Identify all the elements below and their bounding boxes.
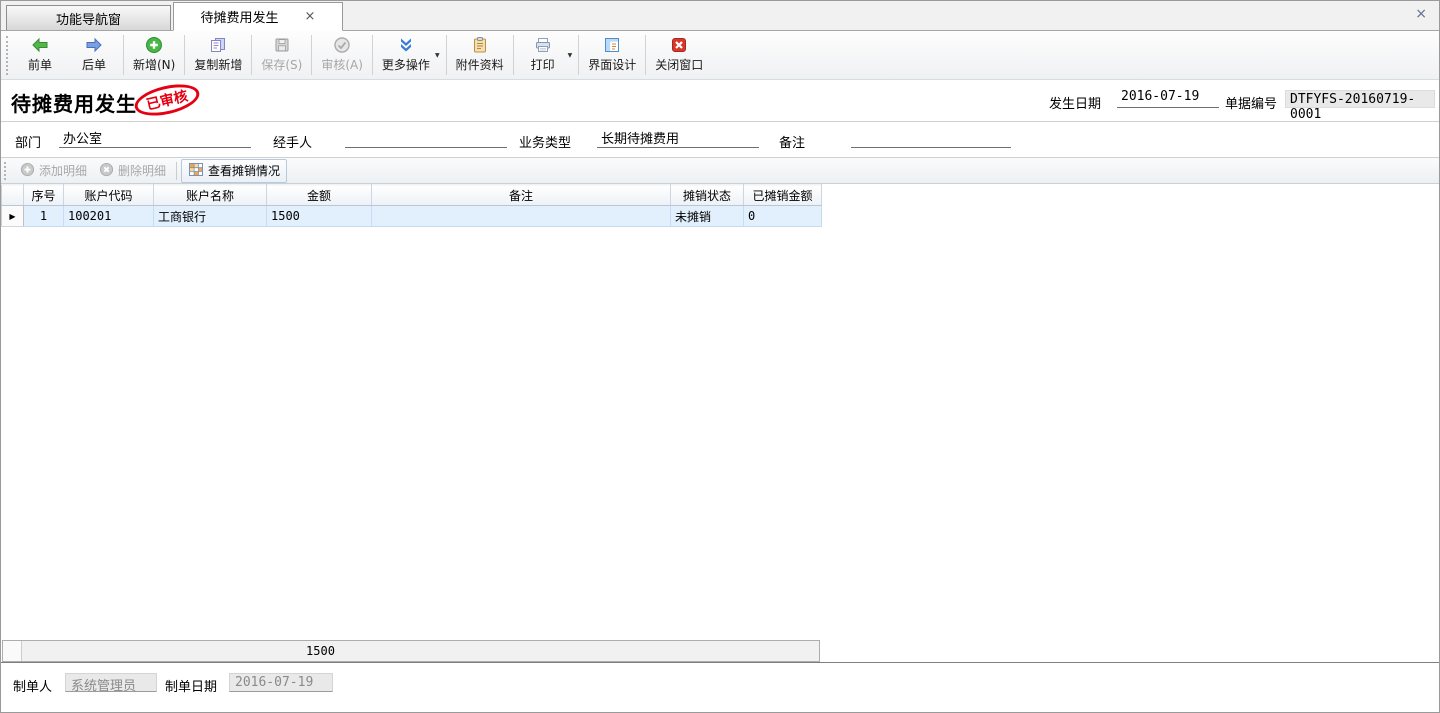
save-button[interactable]: 保存(S)	[254, 31, 309, 79]
tab-label: 待摊费用发生	[201, 7, 279, 26]
remark-field[interactable]	[851, 128, 1011, 148]
print-button[interactable]: 打印	[516, 31, 570, 79]
grid-header-row: 序号 账户代码 账户名称 金额 备注 摊销状态 已摊销金额	[2, 185, 822, 206]
table-grid-icon	[188, 162, 204, 180]
page-title: 待摊费用发生	[11, 88, 137, 117]
department-field[interactable]: 办公室	[59, 128, 251, 148]
ui-design-button[interactable]: 界面设计	[581, 31, 643, 79]
toolbar-separator	[513, 35, 514, 75]
create-date-label: 制单日期	[165, 676, 217, 695]
window-layout-icon	[603, 36, 621, 54]
delete-detail-button[interactable]: 删除明细	[93, 160, 172, 182]
more-actions-button[interactable]: 更多操作	[375, 31, 437, 79]
toolbar-separator	[184, 35, 185, 75]
department-label: 部门	[15, 132, 41, 151]
cell-account-code[interactable]: 100201	[64, 206, 154, 227]
tab-close-icon[interactable]: ×	[305, 10, 316, 23]
grid-header-no[interactable]: 序号	[24, 185, 64, 206]
footer: 制单人 系统管理员 制单日期 2016-07-19	[1, 662, 1439, 712]
printer-icon	[534, 36, 552, 54]
tab-label: 功能导航窗	[56, 9, 121, 28]
plus-circle-icon	[145, 36, 163, 54]
attachments-button[interactable]: 附件资料	[449, 31, 511, 79]
tabstrip-close-icon[interactable]: ×	[1415, 7, 1427, 21]
arrow-right-icon	[85, 36, 103, 54]
copy-new-button[interactable]: 复制新增	[187, 31, 249, 79]
doc-no-label: 单据编号	[1225, 93, 1277, 112]
audited-stamp: 已审核	[132, 79, 203, 121]
tab-bar: 功能导航窗 待摊费用发生 × ×	[1, 1, 1439, 31]
summary-row: 1500	[2, 640, 820, 662]
summary-amount: 1500	[268, 644, 373, 658]
detail-grid: 序号 账户代码 账户名称 金额 备注 摊销状态 已摊销金额 ▶ 1 100201…	[1, 184, 822, 227]
doc-no-field: DTFYFS-20160719-0001	[1285, 90, 1435, 108]
create-date-field: 2016-07-19	[229, 673, 333, 692]
more-actions-dropdown-caret[interactable]: ▼	[435, 52, 440, 59]
grid-header-account-name[interactable]: 账户名称	[154, 185, 267, 206]
prev-doc-button[interactable]: 前单	[13, 31, 67, 79]
toolbar-separator	[446, 35, 447, 75]
cell-account-name[interactable]: 工商银行	[154, 206, 267, 227]
business-type-label: 业务类型	[519, 132, 571, 151]
handler-field[interactable]	[345, 128, 507, 148]
print-dropdown-caret[interactable]: ▼	[568, 52, 573, 59]
cell-amortized[interactable]: 0	[744, 206, 822, 227]
tab-function-nav[interactable]: 功能导航窗	[6, 5, 171, 30]
business-type-field[interactable]: 长期待摊费用	[597, 128, 759, 148]
summary-marker-cell	[3, 641, 22, 661]
audit-button[interactable]: 审核(A)	[314, 31, 370, 79]
toolbar-separator	[251, 35, 252, 75]
creator-label: 制单人	[13, 676, 52, 695]
table-row[interactable]: ▶ 1 100201 工商银行 1500 未摊销 0	[2, 206, 822, 227]
add-detail-button[interactable]: 添加明细	[14, 160, 93, 182]
close-icon	[670, 36, 688, 54]
grid-header-marker	[2, 185, 24, 206]
x-circle-gray-icon	[99, 162, 114, 180]
cell-status[interactable]: 未摊销	[671, 206, 744, 227]
copy-icon	[209, 36, 227, 54]
toolbar-separator	[372, 35, 373, 75]
occur-date-field[interactable]: 2016-07-19	[1117, 89, 1219, 108]
clipboard-icon	[471, 36, 489, 54]
occur-date-label: 发生日期	[1049, 93, 1101, 112]
toolbar-separator	[123, 35, 124, 75]
grid-header-remark[interactable]: 备注	[372, 185, 671, 206]
detail-toolbar: 添加明细 删除明细 查看摊销情况	[1, 158, 1439, 184]
grid-header-amount[interactable]: 金额	[267, 185, 372, 206]
app-window: 功能导航窗 待摊费用发生 × × 前单 后单 新增(N) 复制新增	[0, 0, 1440, 713]
detail-toolbar-separator	[176, 162, 177, 180]
cell-remark[interactable]	[372, 206, 671, 227]
form-row: 部门 办公室 经手人 业务类型 长期待摊费用 备注	[1, 122, 1439, 158]
remark-label: 备注	[779, 132, 805, 151]
new-button[interactable]: 新增(N)	[126, 31, 182, 79]
cell-no[interactable]: 1	[24, 206, 64, 227]
cell-amount[interactable]: 1500	[267, 206, 372, 227]
toolbar-separator	[311, 35, 312, 75]
document-header: 待摊费用发生 已审核 发生日期 2016-07-19 单据编号 DTFYFS-2…	[1, 80, 1439, 122]
toolbar-separator	[645, 35, 646, 75]
grid-header-status[interactable]: 摊销状态	[671, 185, 744, 206]
arrow-left-icon	[31, 36, 49, 54]
check-circle-icon	[333, 36, 351, 54]
grid-header-account-code[interactable]: 账户代码	[64, 185, 154, 206]
row-marker-icon[interactable]: ▶	[2, 206, 24, 227]
toolbar-grip	[6, 36, 10, 75]
detail-toolbar-grip	[4, 162, 8, 180]
save-icon	[273, 36, 291, 54]
grid-header-amortized[interactable]: 已摊销金额	[744, 185, 822, 206]
tab-deferred-expense[interactable]: 待摊费用发生 ×	[173, 2, 343, 31]
creator-field: 系统管理员	[65, 673, 157, 692]
view-amortization-button[interactable]: 查看摊销情况	[181, 159, 287, 183]
toolbar-separator	[578, 35, 579, 75]
close-window-button[interactable]: 关闭窗口	[648, 31, 710, 79]
handler-label: 经手人	[273, 132, 312, 151]
detail-grid-region: 序号 账户代码 账户名称 金额 备注 摊销状态 已摊销金额 ▶ 1 100201…	[1, 184, 1439, 662]
main-toolbar: 前单 后单 新增(N) 复制新增 保存(S) 审核(A)	[1, 31, 1439, 80]
next-doc-button[interactable]: 后单	[67, 31, 121, 79]
double-chevron-down-icon	[397, 36, 415, 54]
plus-circle-gray-icon	[20, 162, 35, 180]
